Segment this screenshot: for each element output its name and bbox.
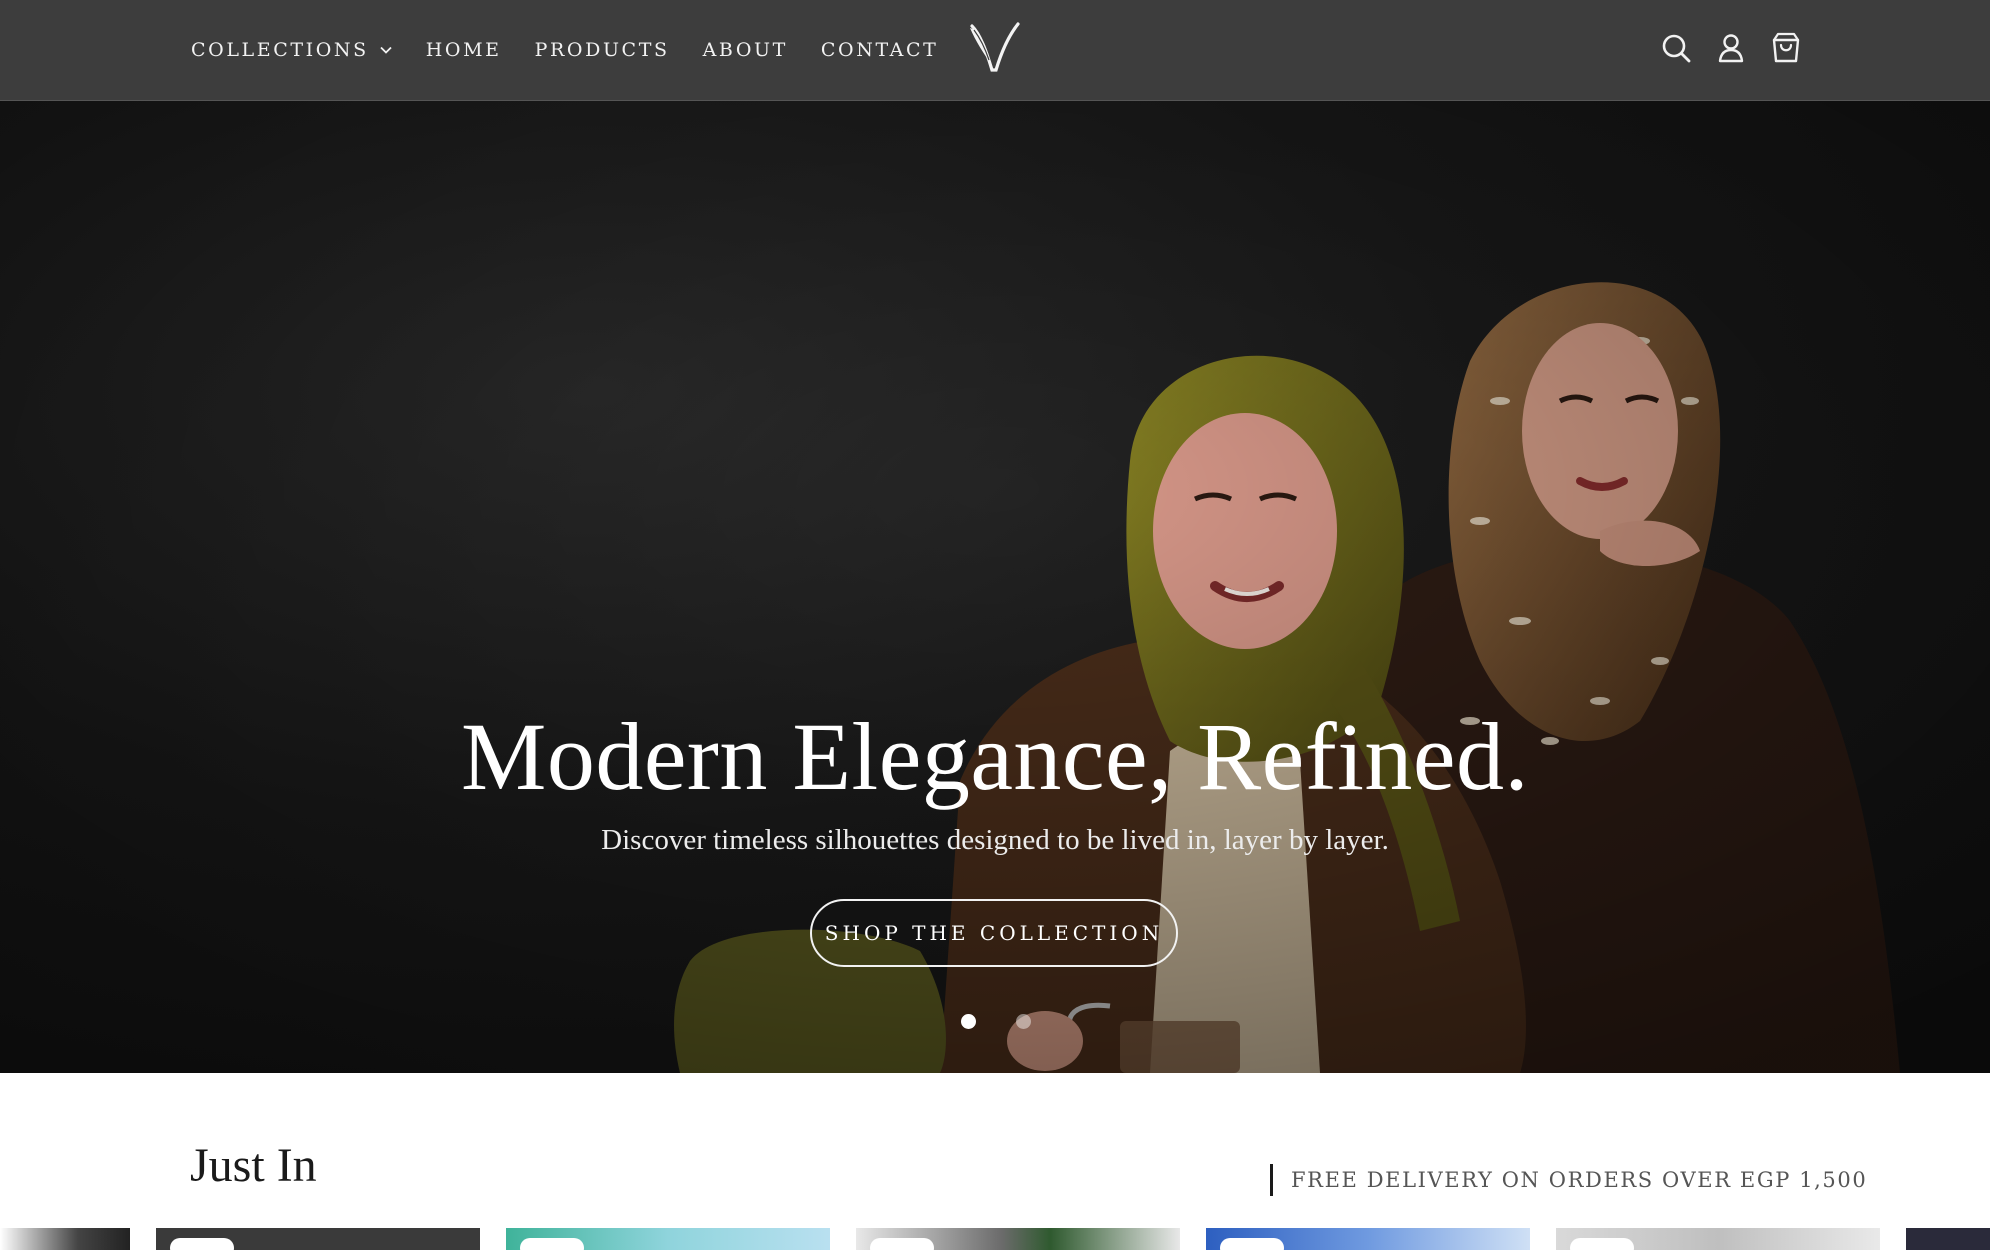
product-card[interactable] [0, 1228, 130, 1250]
section-heading: Just In [190, 1139, 317, 1192]
nav-home[interactable]: HOME [426, 39, 502, 61]
product-card[interactable] [1906, 1228, 1990, 1250]
product-badge [870, 1238, 934, 1250]
product-badge [1570, 1238, 1634, 1250]
nav-about[interactable]: ABOUT [703, 39, 788, 61]
hero-title: Modern Elegance, Refined. [460, 703, 1530, 810]
nav-products[interactable]: PRODUCTS [535, 39, 670, 61]
shop-collection-button[interactable]: SHOP THE COLLECTION [810, 899, 1178, 967]
product-card[interactable] [1206, 1228, 1530, 1250]
nav-collections[interactable]: COLLECTIONS [191, 39, 393, 61]
brand-logo[interactable] [964, 20, 1024, 76]
product-card[interactable] [1556, 1228, 1880, 1250]
nav-contact[interactable]: CONTACT [821, 39, 939, 61]
cart-icon[interactable] [1768, 30, 1804, 66]
product-badge [170, 1238, 234, 1250]
chevron-down-icon [380, 46, 392, 54]
nav-collections-label: COLLECTIONS [191, 39, 369, 61]
product-card[interactable] [156, 1228, 480, 1250]
account-icon[interactable] [1713, 30, 1749, 66]
product-badge [1220, 1238, 1284, 1250]
product-badge [520, 1238, 584, 1250]
search-icon[interactable] [1658, 30, 1694, 66]
promo-divider [1270, 1164, 1273, 1196]
hero-subtitle: Discover timeless silhouettes designed t… [601, 824, 1389, 856]
promo-banner: FREE DELIVERY ON ORDERS OVER EGP 1,500 [1270, 1164, 1867, 1196]
product-card[interactable] [506, 1228, 830, 1250]
promo-text: FREE DELIVERY ON ORDERS OVER EGP 1,500 [1291, 1168, 1868, 1192]
slide-dot-2[interactable] [1016, 1014, 1031, 1029]
hero-banner: Modern Elegance, Refined. Discover timel… [0, 101, 1990, 1073]
site-header: COLLECTIONS HOME PRODUCTS ABOUT CONTACT [0, 0, 1990, 101]
slide-dot-1[interactable] [961, 1014, 976, 1029]
product-card[interactable] [856, 1228, 1180, 1250]
main-nav: COLLECTIONS HOME PRODUCTS ABOUT CONTACT [191, 0, 938, 100]
